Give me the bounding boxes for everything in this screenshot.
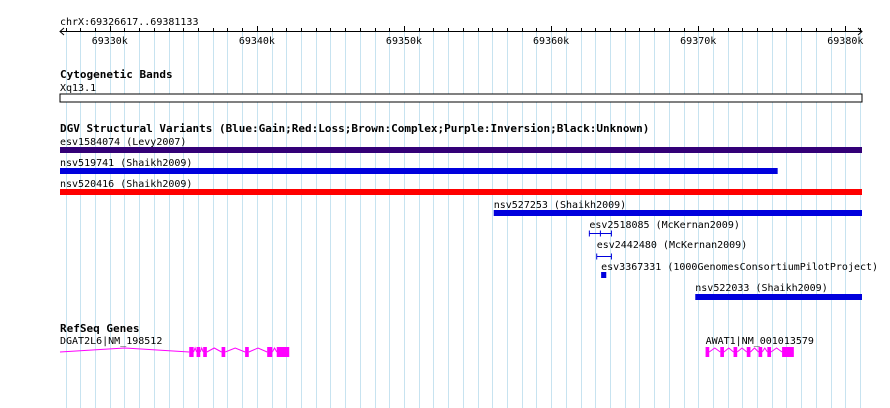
ruler-tick-label: 69380k — [827, 36, 863, 47]
dgv-feature-bar[interactable] — [60, 147, 862, 153]
dgv-features: esv1584074 (Levy2007) nsv519741 (Shaikh20… — [60, 137, 878, 300]
refseq-gene-label: AWAT1|NM_001013579 — [706, 336, 814, 347]
refseq-title: RefSeq Genes — [60, 322, 139, 335]
dgv-feature[interactable]: nsv520416 (Shaikh2009) — [60, 179, 862, 195]
refseq-exon[interactable] — [746, 347, 751, 357]
refseq-gene[interactable]: DGAT2L6|NM_198512 — [59, 336, 290, 357]
dgv-track: DGV Structural Variants (Blue:Gain;Red:L… — [60, 122, 878, 300]
dgv-feature-label: nsv519741 (Shaikh2009) — [60, 158, 192, 169]
refseq-gene[interactable]: AWAT1|NM_001013579 — [705, 336, 814, 357]
dgv-feature[interactable]: esv2518085 (McKernan2009) — [588, 220, 740, 237]
refseq-exon[interactable] — [203, 347, 207, 357]
refseq-intron — [206, 347, 222, 353]
dgv-feature-bar[interactable] — [695, 294, 862, 300]
ruler-tick-label: 69360k — [533, 36, 569, 47]
dgv-feature-label: esv1584074 (Levy2007) — [60, 137, 186, 148]
ruler-tick-label: 69330k — [92, 36, 128, 47]
dgv-feature-label: esv2518085 (McKernan2009) — [589, 220, 740, 231]
refseq-exon[interactable] — [276, 347, 290, 357]
dgv-feature-label: nsv520416 (Shaikh2009) — [60, 179, 192, 190]
dgv-feature-label: esv2442480 (McKernan2009) — [597, 240, 748, 251]
refseq-exon[interactable] — [782, 347, 794, 357]
dgv-feature-label: nsv522033 (Shaikh2009) — [695, 283, 827, 294]
refseq-intron — [193, 346, 198, 353]
grid-lines — [66, 28, 861, 408]
refseq-track: RefSeq Genes DGAT2L6|NM_198512 AWAT1|NM_0… — [59, 322, 814, 357]
dgv-feature-bar[interactable] — [493, 210, 862, 216]
refseq-gene-label: DGAT2L6|NM_198512 — [60, 336, 162, 347]
refseq-exon[interactable] — [245, 347, 249, 357]
refseq-exon[interactable] — [267, 347, 273, 357]
dgv-feature[interactable]: esv3367331 (1000GenomesConsortiumPilotPr… — [601, 262, 878, 278]
refseq-intron — [708, 347, 721, 353]
ruler-tick-label: 69350k — [386, 36, 422, 47]
dgv-feature-bar[interactable] — [60, 168, 778, 174]
refseq-exon[interactable] — [733, 347, 738, 357]
cytoband-label: Xq13.1 — [60, 83, 96, 94]
dgv-feature[interactable]: nsv522033 (Shaikh2009) — [695, 283, 862, 300]
ruler-tick-label: 69370k — [680, 36, 716, 47]
genome-browser: chrX:69326617..69381133 69330k 69340k 6935… — [59, 17, 878, 408]
dgv-feature[interactable]: esv1584074 (Levy2007) — [60, 137, 862, 153]
dgv-feature[interactable]: nsv519741 (Shaikh2009) — [60, 158, 778, 174]
refseq-exon[interactable] — [196, 347, 201, 357]
dgv-feature[interactable]: esv2442480 (McKernan2009) — [596, 240, 748, 260]
cytoband-track: Cytogenetic Bands Xq13.1 — [59, 68, 863, 103]
refseq-genes: DGAT2L6|NM_198512 AWAT1|NM_001013579 — [59, 336, 814, 357]
cytoband-bar[interactable] — [59, 93, 863, 103]
refseq-intron — [736, 347, 748, 353]
region-label: chrX:69326617..69381133 — [60, 17, 198, 28]
dgv-feature-label: nsv527253 (Shaikh2009) — [494, 200, 626, 211]
dgv-feature-label: esv3367331 (1000GenomesConsortiumPilotPr… — [601, 262, 878, 273]
dgv-title: DGV Structural Variants (Blue:Gain;Red:L… — [60, 122, 649, 135]
ruler-tick-label: 69340k — [239, 36, 275, 47]
refseq-exon[interactable] — [705, 347, 710, 357]
cytoband-title: Cytogenetic Bands — [60, 68, 173, 81]
refseq-exon[interactable] — [221, 347, 226, 357]
dgv-feature-box[interactable] — [601, 272, 607, 278]
refseq-exon[interactable] — [767, 347, 772, 357]
refseq-exon[interactable] — [758, 347, 763, 357]
refseq-exon[interactable] — [720, 347, 724, 357]
refseq-intron — [199, 346, 204, 353]
dgv-feature-bar[interactable] — [60, 189, 862, 195]
refseq-intron — [761, 347, 768, 353]
refseq-exon[interactable] — [189, 347, 194, 357]
dgv-feature[interactable]: nsv527253 (Shaikh2009) — [493, 200, 862, 216]
